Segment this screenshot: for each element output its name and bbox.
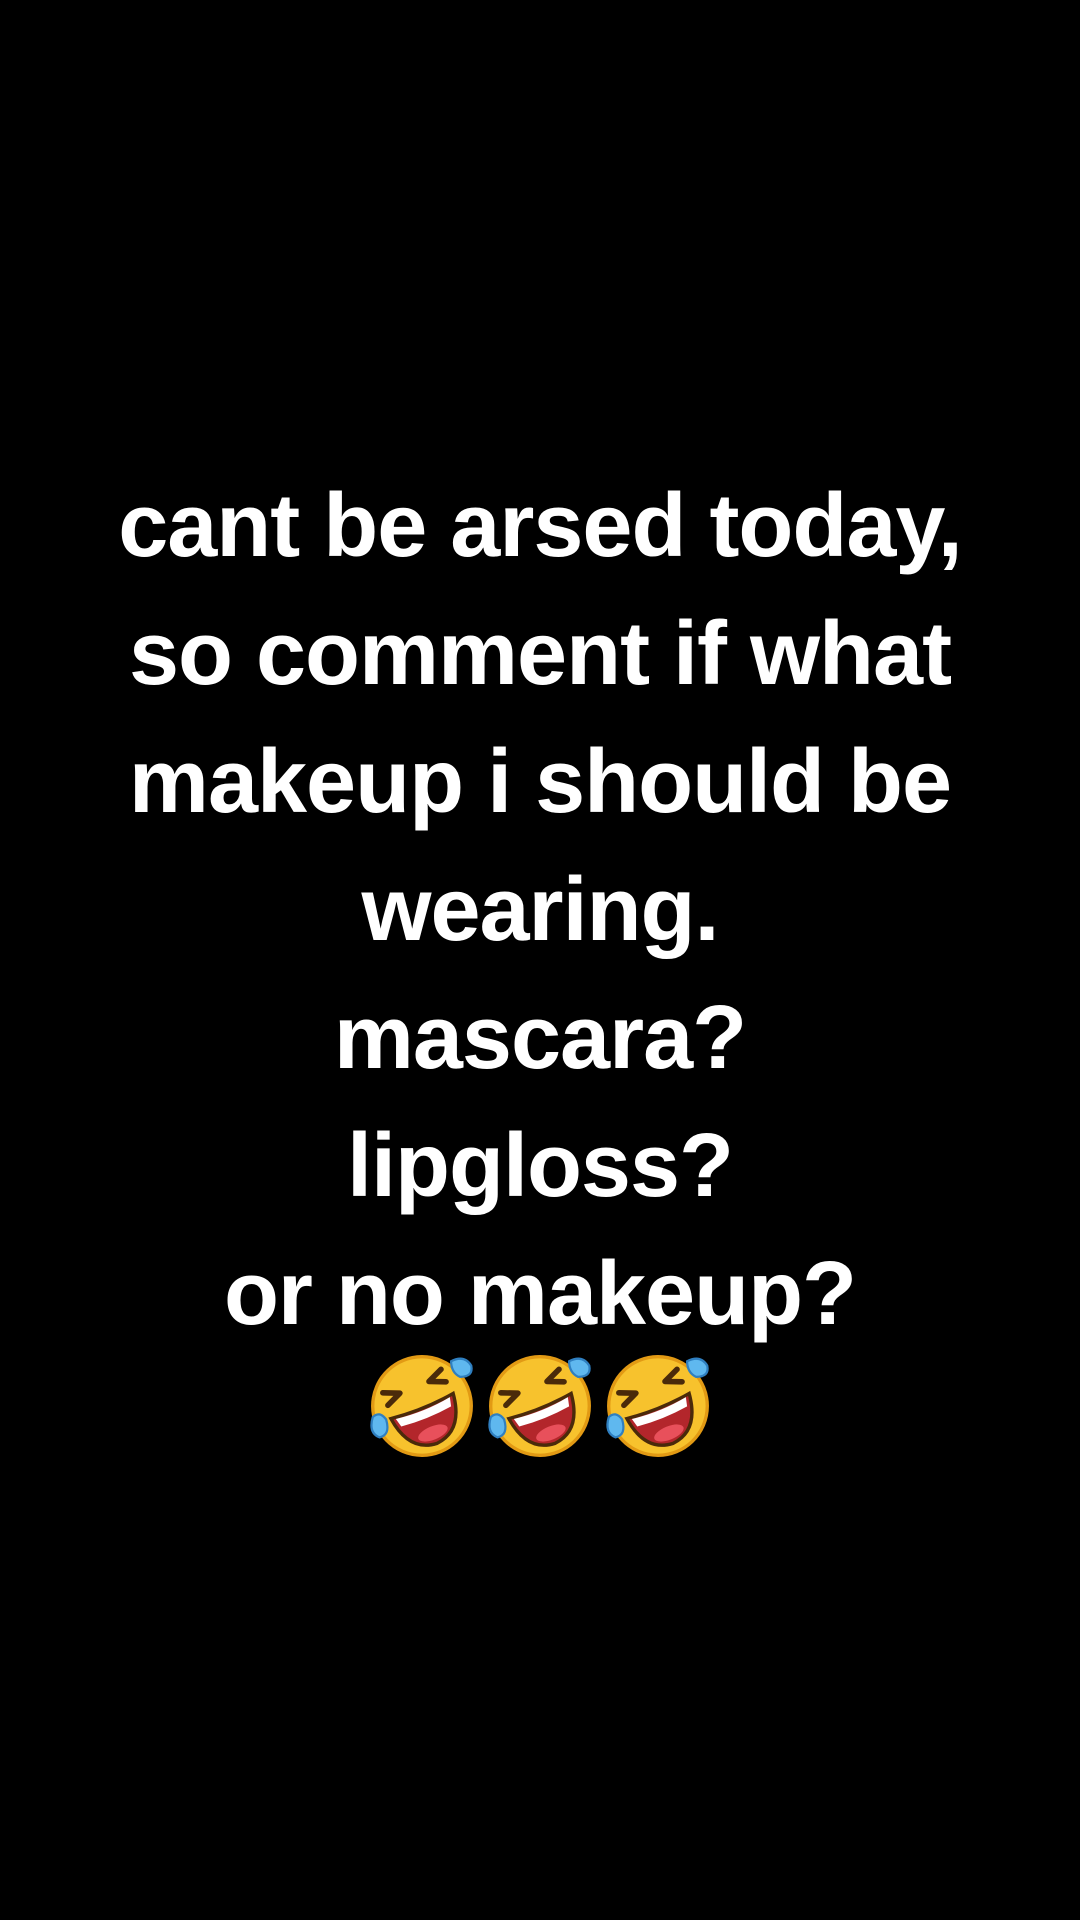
rolling-on-floor-laughing-icon <box>488 1355 591 1457</box>
caption-line-1: cant be arsed today, <box>118 476 963 576</box>
caption-line-6: lipgloss? <box>346 1116 734 1216</box>
post-caption: cant be arsed today, so comment if what … <box>0 462 1080 1358</box>
caption-line-4: wearing. <box>361 860 719 960</box>
screen: cant be arsed today, so comment if what … <box>0 0 1080 1920</box>
caption-line-5: mascara? <box>333 988 747 1088</box>
caption-line-2: so comment if what <box>128 604 952 704</box>
emoji-row <box>0 1350 1080 1462</box>
caption-line-3: makeup i should be <box>128 732 952 832</box>
rolling-on-floor-laughing-icon <box>606 1355 709 1457</box>
caption-line-7: or no makeup? <box>223 1244 857 1344</box>
rolling-on-floor-laughing-icon <box>370 1355 473 1457</box>
